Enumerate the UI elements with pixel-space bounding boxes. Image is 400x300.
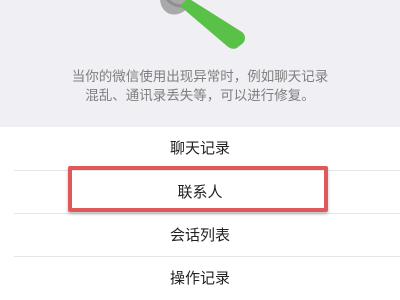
repair-header: 当你的微信使用出现异常时，例如聊天记录 混乱、通讯录丢失等，可以进行修复。 (0, 0, 400, 127)
menu-item-operation-log[interactable]: 操作记录 (0, 257, 400, 299)
repair-options-list: 聊天记录 联系人 会话列表 操作记录 (0, 127, 400, 300)
wrench-icon (160, 0, 245, 49)
menu-item-contacts[interactable]: 联系人 (0, 171, 400, 213)
repair-description: 当你的微信使用出现异常时，例如聊天记录 混乱、通讯录丢失等，可以进行修复。 (0, 68, 400, 106)
menu-item-conversation-list[interactable]: 会话列表 (0, 214, 400, 256)
description-line-2: 混乱、通讯录丢失等，可以进行修复。 (85, 88, 315, 104)
description-line-1: 当你的微信使用出现异常时，例如聊天记录 (71, 69, 329, 85)
menu-item-chat-history[interactable]: 聊天记录 (0, 127, 400, 169)
